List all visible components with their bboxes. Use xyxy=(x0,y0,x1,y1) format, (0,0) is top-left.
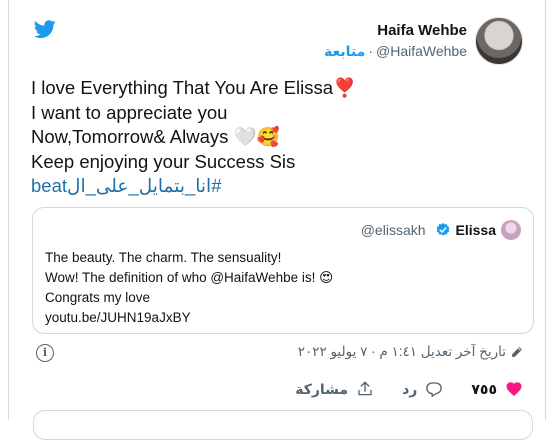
hashtag-link[interactable]: #انا_بتمايل_على_الbeat xyxy=(31,175,221,196)
quoted-line: Wow! The definition of who @HaifaWehbe i… xyxy=(45,270,334,285)
share-icon xyxy=(358,381,372,396)
tweet-line: I want to appreciate you xyxy=(31,101,228,123)
quoted-tweet[interactable]: @elissakh Elissa The beauty. The charm. … xyxy=(32,207,534,334)
quoted-line: The beauty. The charm. The sensuality! xyxy=(45,250,282,265)
tweet-text: I love Everything That You Are Elissa❣️ … xyxy=(31,76,531,199)
action-bar: ٧٥٥ رد مشاركة xyxy=(295,380,523,398)
author-handle[interactable]: @HaifaWehbe xyxy=(376,43,467,59)
quoted-author-name: Elissa xyxy=(455,222,496,238)
like-button[interactable]: ٧٥٥ xyxy=(471,380,523,398)
author-header: Haifa Wehbe متابعة · @HaifaWehbe xyxy=(324,16,523,66)
author-identity: Haifa Wehbe متابعة · @HaifaWehbe xyxy=(324,21,467,61)
quoted-author-header: @elissakh Elissa xyxy=(361,220,521,240)
timestamp-text: تاريخ آخر تعديل ١:٤١ م · ٧ يوليو ٢٠٢٢ xyxy=(297,344,506,359)
reply-label: رد xyxy=(402,380,418,397)
pencil-icon xyxy=(512,346,523,357)
tweet-line: I love Everything That You Are Elissa❣️ xyxy=(31,77,357,98)
tweet-line: Now,Tomorrow& Always 🤍🥰 xyxy=(31,126,280,147)
separator-dot: · xyxy=(368,43,373,59)
quoted-author-avatar xyxy=(501,220,521,240)
quoted-tweet-text: The beauty. The charm. The sensuality! W… xyxy=(45,248,333,328)
author-handle-row: متابعة · @HaifaWehbe xyxy=(324,41,467,61)
heart-icon xyxy=(506,382,522,397)
verified-icon xyxy=(436,223,449,236)
info-icon[interactable]: i xyxy=(36,344,54,362)
reply-icon xyxy=(426,382,443,397)
reply-button[interactable]: رد xyxy=(402,380,443,398)
quoted-link: youtu.be/JUHN19aJxBY xyxy=(45,310,191,325)
author-display-name[interactable]: Haifa Wehbe xyxy=(324,21,467,41)
follow-button[interactable]: متابعة xyxy=(324,43,365,59)
tweet-timestamp[interactable]: تاريخ آخر تعديل ١:٤١ م · ٧ يوليو ٢٠٢٢ xyxy=(298,344,523,360)
share-button[interactable]: مشاركة xyxy=(295,380,374,398)
next-tweet-preview xyxy=(33,410,533,440)
tweet-card: Haifa Wehbe متابعة · @HaifaWehbe I love Ev… xyxy=(8,0,546,440)
quoted-author-handle: @elissakh xyxy=(360,222,426,238)
quoted-line: Congrats my love xyxy=(45,290,151,305)
share-label: مشاركة xyxy=(295,380,349,397)
twitter-logo-icon[interactable] xyxy=(33,18,57,40)
tweet-line: Keep enjoying your Success Sis xyxy=(31,150,296,172)
like-count: ٧٥٥ xyxy=(471,380,497,397)
author-avatar[interactable] xyxy=(475,17,523,65)
